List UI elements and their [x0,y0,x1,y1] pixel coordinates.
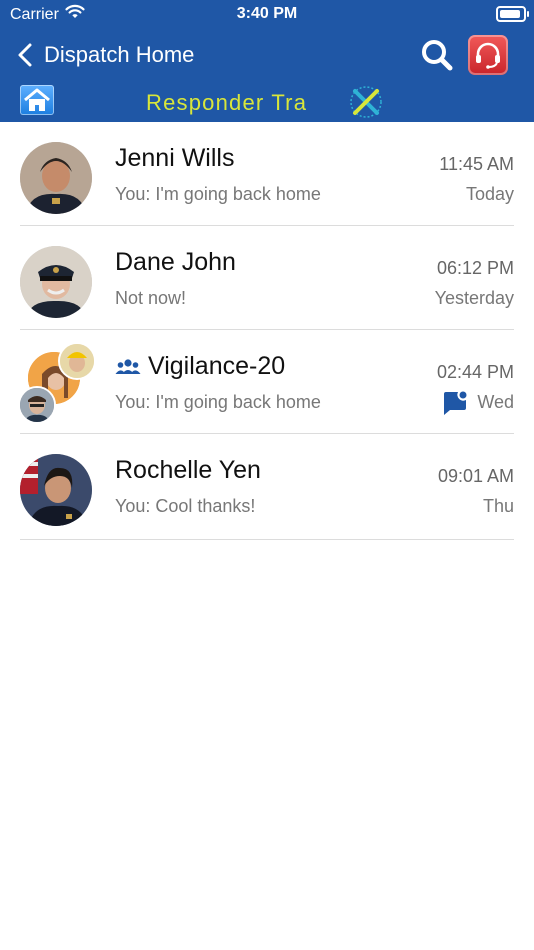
battery-icon [496,6,529,22]
headset-support-button[interactable] [468,35,508,75]
contact-name: Dane John [115,248,236,276]
group-name: Vigilance-20 [148,352,286,380]
home-button[interactable] [20,85,54,115]
message-time: 11:45 AM [439,154,514,174]
conversation-row[interactable]: Rochelle Yen You: Cool thanks! 09:01 AM … [0,434,534,540]
message-preview: You: Cool thanks! [115,496,256,516]
message-time: 09:01 AM [437,466,514,486]
group-member-avatar [58,342,96,380]
back-button[interactable]: Dispatch Home [44,42,194,68]
unread-message-icon [442,390,468,421]
contact-name: Rochelle Yen [115,456,261,484]
avatar [20,142,92,214]
message-time: 06:12 PM [436,258,514,278]
back-chevron-icon[interactable] [16,42,34,73]
message-preview: You: I'm going back home [115,184,321,204]
message-day: Yesterday [434,288,514,308]
contact-name: Jenni Wills [115,144,235,172]
message-preview: Not now! [115,288,187,308]
message-time: 02:44 PM [436,362,514,382]
status-bar: Carrier 3:40 PM [0,0,534,28]
conversation-list: Jenni Wills You: I'm going back home 11:… [0,122,534,540]
nav-bar: Dispatch Home [0,34,534,78]
conversation-row[interactable]: Jenni Wills You: I'm going back home 11:… [0,122,534,226]
message-day: Today [465,184,514,204]
avatar [20,246,92,318]
avatar [20,454,92,526]
search-icon[interactable] [420,38,454,77]
home-icon [24,88,50,111]
responder-trax-logo: Responder Tra [146,84,396,120]
clock: 3:40 PM [236,5,298,22]
divider [20,539,514,540]
group-icon [115,356,141,383]
message-preview: You: I'm going back home [115,392,321,412]
logo-text: Responder Tra [146,90,308,115]
group-avatar [18,342,96,424]
conversation-row-group[interactable]: Vigilance-20 You: I'm going back home 02… [0,330,534,434]
app-header: Carrier 3:40 PM Dispatch Home Responder … [0,0,534,122]
message-day: Thu [482,496,514,516]
message-day: Wed [477,392,514,412]
conversation-row[interactable]: Dane John Not now! 06:12 PM Yesterday [0,226,534,330]
group-member-avatar [18,386,56,424]
headset-icon [476,42,500,69]
logo-x-mark [342,84,390,125]
